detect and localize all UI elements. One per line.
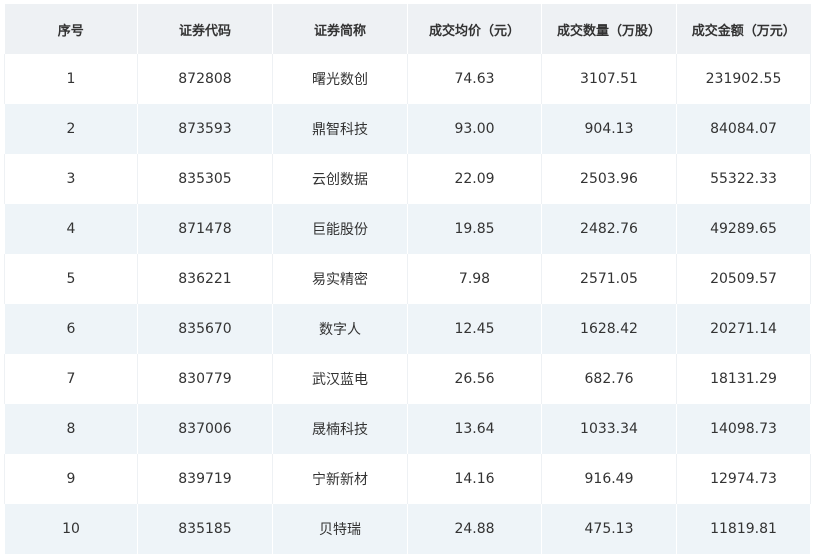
cell-security-code: 835185 [137, 504, 273, 554]
table-row: 8 837006 晟楠科技 13.64 1033.34 14098.73 [4, 404, 811, 454]
table-row: 4 871478 巨能股份 19.85 2482.76 49289.65 [4, 204, 811, 254]
cell-index: 6 [4, 304, 138, 354]
cell-amount: 49289.65 [676, 204, 811, 254]
header-security-code: 证券代码 [137, 4, 273, 54]
cell-index: 9 [4, 454, 138, 504]
cell-avg-price: 22.09 [407, 154, 542, 204]
cell-security-name: 鼎智科技 [272, 104, 408, 154]
cell-index: 4 [4, 204, 138, 254]
header-index: 序号 [4, 4, 138, 54]
cell-security-code: 835305 [137, 154, 273, 204]
cell-volume: 2482.76 [541, 204, 677, 254]
cell-security-name: 云创数据 [272, 154, 408, 204]
cell-security-name: 宁新新材 [272, 454, 408, 504]
cell-volume: 475.13 [541, 504, 677, 554]
cell-amount: 20271.14 [676, 304, 811, 354]
cell-index: 3 [4, 154, 138, 204]
cell-volume: 904.13 [541, 104, 677, 154]
cell-volume: 2571.05 [541, 254, 677, 304]
cell-index: 2 [4, 104, 138, 154]
cell-volume: 682.76 [541, 354, 677, 404]
cell-avg-price: 26.56 [407, 354, 542, 404]
cell-avg-price: 14.16 [407, 454, 542, 504]
cell-amount: 11819.81 [676, 504, 811, 554]
cell-security-code: 871478 [137, 204, 273, 254]
cell-avg-price: 24.88 [407, 504, 542, 554]
cell-security-name: 巨能股份 [272, 204, 408, 254]
table-row: 9 839719 宁新新材 14.16 916.49 12974.73 [4, 454, 811, 504]
cell-amount: 55322.33 [676, 154, 811, 204]
cell-avg-price: 7.98 [407, 254, 542, 304]
cell-security-code: 839719 [137, 454, 273, 504]
cell-amount: 14098.73 [676, 404, 811, 454]
cell-volume: 1033.34 [541, 404, 677, 454]
header-volume: 成交数量（万股） [541, 4, 677, 54]
cell-security-name: 易实精密 [272, 254, 408, 304]
header-avg-price: 成交均价（元） [407, 4, 542, 54]
table-row: 7 830779 武汉蓝电 26.56 682.76 18131.29 [4, 354, 811, 404]
table-row: 1 872808 曙光数创 74.63 3107.51 231902.55 [4, 54, 811, 104]
cell-avg-price: 13.64 [407, 404, 542, 454]
cell-index: 1 [4, 54, 138, 104]
cell-amount: 20509.57 [676, 254, 811, 304]
table-header-row: 序号 证券代码 证券简称 成交均价（元） 成交数量（万股） 成交金额（万元） [4, 4, 811, 54]
trading-table: 序号 证券代码 证券简称 成交均价（元） 成交数量（万股） 成交金额（万元） 1… [4, 4, 811, 554]
cell-amount: 231902.55 [676, 54, 811, 104]
cell-amount: 84084.07 [676, 104, 811, 154]
cell-volume: 916.49 [541, 454, 677, 504]
cell-security-name: 武汉蓝电 [272, 354, 408, 404]
table-row: 10 835185 贝特瑞 24.88 475.13 11819.81 [4, 504, 811, 554]
cell-index: 8 [4, 404, 138, 454]
table-row: 6 835670 数字人 12.45 1628.42 20271.14 [4, 304, 811, 354]
cell-security-code: 872808 [137, 54, 273, 104]
cell-security-name: 数字人 [272, 304, 408, 354]
cell-amount: 18131.29 [676, 354, 811, 404]
cell-security-code: 873593 [137, 104, 273, 154]
cell-volume: 1628.42 [541, 304, 677, 354]
cell-security-name: 贝特瑞 [272, 504, 408, 554]
table-row: 3 835305 云创数据 22.09 2503.96 55322.33 [4, 154, 811, 204]
cell-avg-price: 12.45 [407, 304, 542, 354]
cell-index: 10 [4, 504, 138, 554]
table-row: 5 836221 易实精密 7.98 2571.05 20509.57 [4, 254, 811, 304]
cell-security-name: 曙光数创 [272, 54, 408, 104]
cell-security-code: 836221 [137, 254, 273, 304]
cell-security-name: 晟楠科技 [272, 404, 408, 454]
cell-index: 5 [4, 254, 138, 304]
cell-index: 7 [4, 354, 138, 404]
header-security-name: 证券简称 [272, 4, 408, 54]
cell-volume: 2503.96 [541, 154, 677, 204]
cell-avg-price: 74.63 [407, 54, 542, 104]
cell-security-code: 830779 [137, 354, 273, 404]
cell-amount: 12974.73 [676, 454, 811, 504]
cell-avg-price: 19.85 [407, 204, 542, 254]
cell-volume: 3107.51 [541, 54, 677, 104]
header-amount: 成交金额（万元） [676, 4, 811, 54]
cell-security-code: 837006 [137, 404, 273, 454]
table-row: 2 873593 鼎智科技 93.00 904.13 84084.07 [4, 104, 811, 154]
cell-security-code: 835670 [137, 304, 273, 354]
cell-avg-price: 93.00 [407, 104, 542, 154]
